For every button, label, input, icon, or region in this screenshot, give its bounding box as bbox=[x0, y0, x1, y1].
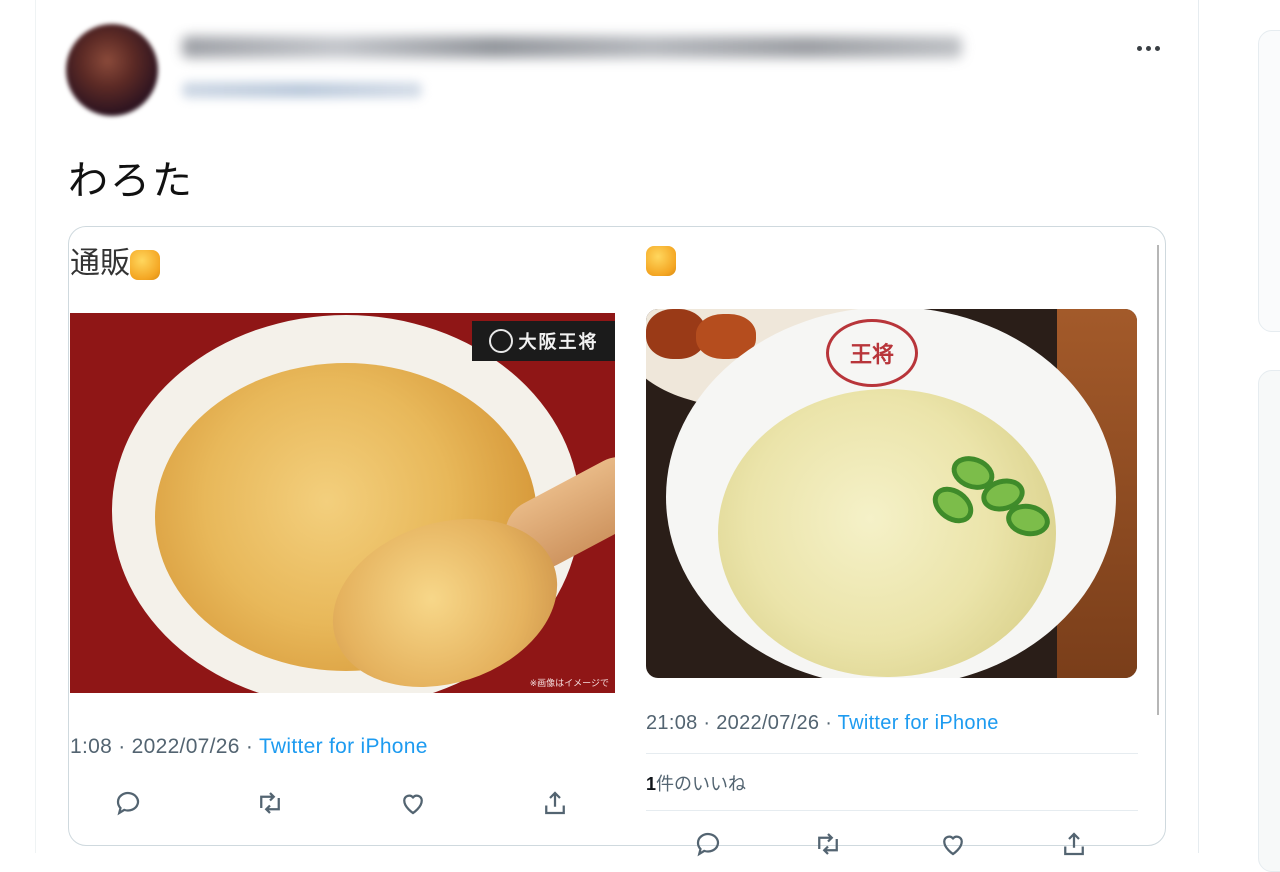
right-action-bar bbox=[690, 826, 1090, 857]
egg-soup-photo[interactable]: 王将 bbox=[646, 309, 1137, 678]
right-column-border bbox=[1198, 0, 1199, 853]
logo-text: 大阪王将 bbox=[518, 332, 599, 353]
source-link[interactable]: Twitter for iPhone bbox=[838, 712, 999, 734]
sidebar-card bbox=[1258, 30, 1280, 332]
thumbs-up-icon bbox=[130, 249, 160, 280]
reply-icon[interactable] bbox=[110, 785, 146, 821]
author-name-blurred[interactable] bbox=[182, 36, 962, 58]
reply-icon[interactable] bbox=[690, 826, 726, 862]
left-column-border bbox=[35, 0, 36, 853]
date[interactable]: 2022/07/26 bbox=[132, 735, 240, 758]
right-caption bbox=[646, 246, 676, 276]
like-icon[interactable] bbox=[395, 785, 431, 821]
right-timestamp-row: 21:08 · 2022/07/26 · Twitter for iPhone bbox=[646, 712, 999, 734]
divider bbox=[646, 753, 1138, 754]
more-options-icon[interactable] bbox=[1132, 38, 1164, 58]
left-caption: 通販 bbox=[70, 238, 160, 282]
likes-count: 1 bbox=[646, 774, 657, 794]
image-disclaimer: ※画像はイメージで bbox=[529, 679, 609, 689]
like-icon[interactable] bbox=[935, 826, 971, 862]
retweet-icon[interactable] bbox=[810, 826, 846, 862]
author-handle-blurred[interactable] bbox=[182, 82, 422, 98]
left-action-bar bbox=[110, 785, 580, 821]
egg-soup-product-image[interactable]: 大阪王将 ※画像はイメージで bbox=[70, 313, 615, 693]
likes-count-row[interactable]: 1件のいいね bbox=[646, 770, 746, 796]
likes-label: 件のいいね bbox=[656, 774, 747, 794]
date[interactable]: 2022/07/26 bbox=[716, 712, 819, 734]
stamp-text: 王将 bbox=[849, 342, 894, 368]
divider bbox=[646, 810, 1138, 811]
bowl-logo-stamp: 王将 bbox=[826, 319, 918, 387]
time[interactable]: 21:08 bbox=[646, 712, 698, 734]
osaka-ohsho-logo: 大阪王将 bbox=[472, 321, 615, 361]
logo-mark-icon bbox=[488, 329, 513, 353]
left-timestamp-row: 1:08 · 2022/07/26 · Twitter for iPhone bbox=[70, 735, 428, 758]
time[interactable]: 1:08 bbox=[70, 735, 112, 758]
source-link[interactable]: Twitter for iPhone bbox=[259, 735, 428, 758]
sidebar-card bbox=[1258, 370, 1280, 872]
tweet-text: わろた bbox=[68, 158, 194, 204]
screenshot-scrollbar bbox=[1157, 245, 1159, 715]
share-icon[interactable] bbox=[1056, 826, 1092, 862]
thumbs-up-icon bbox=[646, 246, 676, 276]
share-icon[interactable] bbox=[537, 785, 573, 821]
left-caption-text: 通販 bbox=[70, 246, 130, 281]
retweet-icon[interactable] bbox=[252, 785, 288, 821]
avatar[interactable] bbox=[66, 24, 158, 116]
